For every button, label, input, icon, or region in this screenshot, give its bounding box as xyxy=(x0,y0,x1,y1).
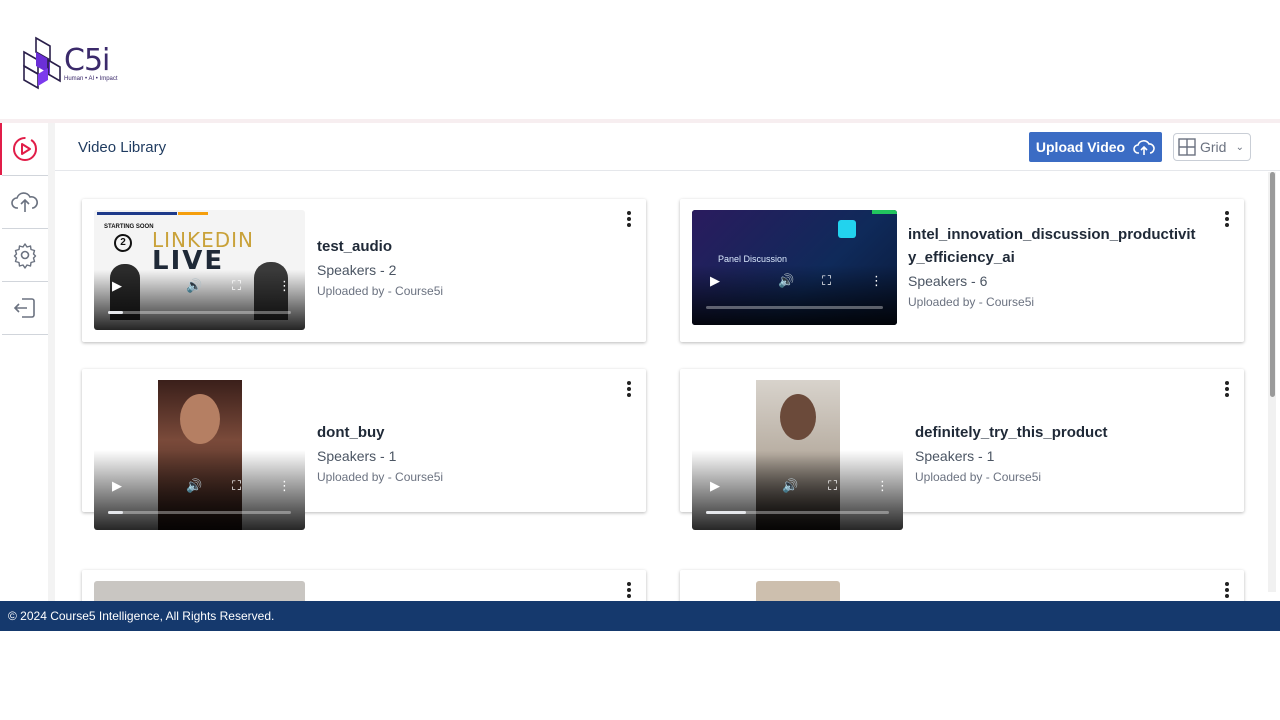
cloud-upload-icon xyxy=(1133,140,1155,155)
fullscreen-icon[interactable]: ⛶ xyxy=(828,478,837,494)
video-card[interactable]: ▶ 🔊 ⛶ ⋮ dont_buy Speakers - 1 Uploaded b… xyxy=(82,369,646,530)
video-card[interactable]: ▶ 🔊 ⛶ ⋮ definitely_try_this_product Spea… xyxy=(680,369,1244,530)
fullscreen-icon[interactable]: ⛶ xyxy=(232,478,241,494)
video-progress[interactable] xyxy=(108,511,291,514)
video-card[interactable] xyxy=(680,570,1244,601)
more-options-icon[interactable]: ⋮ xyxy=(870,273,883,289)
volume-icon[interactable]: 🔊 xyxy=(186,278,202,294)
uploader: Uploaded by - Course5i xyxy=(317,470,444,484)
upload-video-button[interactable]: Upload Video xyxy=(1029,132,1162,162)
video-player[interactable]: STARTING SOON 2 LINKEDIN LIVE ▶ 🔊 ⛶ ⋮ xyxy=(94,210,305,330)
more-options-icon[interactable]: ⋮ xyxy=(278,278,291,294)
uploader: Uploaded by - Course5i xyxy=(915,470,1042,484)
play-icon[interactable]: ▶ xyxy=(710,478,720,494)
more-options-icon[interactable]: ⋮ xyxy=(278,478,291,494)
card-menu-icon[interactable] xyxy=(1224,582,1230,598)
video-controls xyxy=(692,265,897,325)
brand-tagline: Human • AI • Impact xyxy=(64,76,118,82)
volume-icon[interactable]: 🔊 xyxy=(778,273,794,289)
video-info: intel_innovation_discussion_productivity… xyxy=(908,223,1200,309)
video-card[interactable]: Panel Discussion ▶ 🔊 ⛶ ⋮ intel_innovatio… xyxy=(680,199,1244,342)
cloud-upload-icon xyxy=(11,192,38,212)
card-menu-icon[interactable] xyxy=(1224,211,1230,227)
video-info: definitely_try_this_product Speakers - 1… xyxy=(915,421,1205,484)
video-player[interactable] xyxy=(94,581,305,601)
video-card[interactable] xyxy=(82,570,646,601)
sidebar-item-upload[interactable] xyxy=(2,176,48,229)
video-title[interactable]: intel_innovation_discussion_productivity… xyxy=(908,223,1200,269)
gear-icon xyxy=(13,243,37,269)
video-progress[interactable] xyxy=(706,511,889,514)
footer: © 2024 Course5 Intelligence, All Rights … xyxy=(0,601,1280,631)
brand-logo: C5i Human • AI • Impact xyxy=(20,36,130,92)
play-icon[interactable]: ▶ xyxy=(710,273,720,289)
chevron-down-icon: ⌄ xyxy=(1235,141,1244,153)
speakers-count: Speakers - 1 xyxy=(915,448,995,464)
upload-video-label: Upload Video xyxy=(1035,139,1126,155)
play-circle-icon xyxy=(13,137,37,161)
countdown-badge: 2 xyxy=(114,234,132,252)
video-player[interactable]: Panel Discussion ▶ 🔊 ⛶ ⋮ xyxy=(692,210,897,325)
volume-icon[interactable]: 🔊 xyxy=(782,478,798,494)
panel-discussion-text: Panel Discussion xyxy=(718,254,788,264)
video-player[interactable]: ▶ 🔊 ⛶ ⋮ xyxy=(692,380,903,530)
video-title[interactable]: test_audio xyxy=(317,235,607,258)
fullscreen-icon[interactable]: ⛶ xyxy=(232,278,241,294)
video-player[interactable]: ▶ 🔊 ⛶ ⋮ xyxy=(94,380,305,530)
video-info: dont_buy Speakers - 1 Uploaded by - Cour… xyxy=(317,421,607,484)
uploader: Uploaded by - Course5i xyxy=(908,295,1035,309)
video-title[interactable]: dont_buy xyxy=(317,421,607,444)
grid-icon xyxy=(1178,138,1196,156)
play-icon[interactable]: ▶ xyxy=(112,278,122,294)
starting-soon-text: STARTING SOON xyxy=(104,224,154,230)
sidebar xyxy=(0,123,48,601)
sidebar-item-logout[interactable] xyxy=(2,282,48,335)
card-menu-icon[interactable] xyxy=(626,381,632,397)
video-card[interactable]: STARTING SOON 2 LINKEDIN LIVE ▶ 🔊 ⛶ ⋮ te… xyxy=(82,199,646,342)
sidebar-gutter xyxy=(48,123,55,601)
card-menu-icon[interactable] xyxy=(626,582,632,598)
page-title: Video Library xyxy=(78,139,167,156)
volume-icon[interactable]: 🔊 xyxy=(186,478,202,494)
video-progress[interactable] xyxy=(108,311,291,314)
video-player[interactable] xyxy=(756,581,840,601)
scrollbar-thumb[interactable] xyxy=(1270,172,1275,397)
video-grid: STARTING SOON 2 LINKEDIN LIVE ▶ 🔊 ⛶ ⋮ te… xyxy=(55,172,1280,601)
speakers-count: Speakers - 1 xyxy=(317,448,397,464)
view-mode-select[interactable]: Grid ⌄ xyxy=(1173,133,1251,161)
card-menu-icon[interactable] xyxy=(626,211,632,227)
card-menu-icon[interactable] xyxy=(1224,381,1230,397)
more-options-icon[interactable]: ⋮ xyxy=(876,478,889,494)
video-progress[interactable] xyxy=(706,306,883,309)
video-title[interactable]: definitely_try_this_product xyxy=(915,421,1205,444)
uploader: Uploaded by - Course5i xyxy=(317,284,444,298)
speakers-count: Speakers - 2 xyxy=(317,262,397,278)
brand-name: C5i xyxy=(64,43,110,78)
main-header: Video Library Upload Video Grid ⌄ xyxy=(55,123,1280,171)
speakers-count: Speakers - 6 xyxy=(908,273,988,289)
view-mode-value: Grid xyxy=(1200,139,1227,155)
video-info: test_audio Speakers - 2 Uploaded by - Co… xyxy=(317,235,607,298)
c5i-logo-icon xyxy=(23,36,61,90)
copyright-text: © 2024 Course5 Intelligence, All Rights … xyxy=(8,609,275,623)
sidebar-item-video-library[interactable] xyxy=(0,123,48,176)
play-icon[interactable]: ▶ xyxy=(112,478,122,494)
fullscreen-icon[interactable]: ⛶ xyxy=(822,273,831,289)
logout-icon xyxy=(13,298,35,318)
sidebar-item-settings[interactable] xyxy=(2,229,48,282)
main-panel: Video Library Upload Video Grid ⌄ STARTI… xyxy=(55,123,1280,601)
